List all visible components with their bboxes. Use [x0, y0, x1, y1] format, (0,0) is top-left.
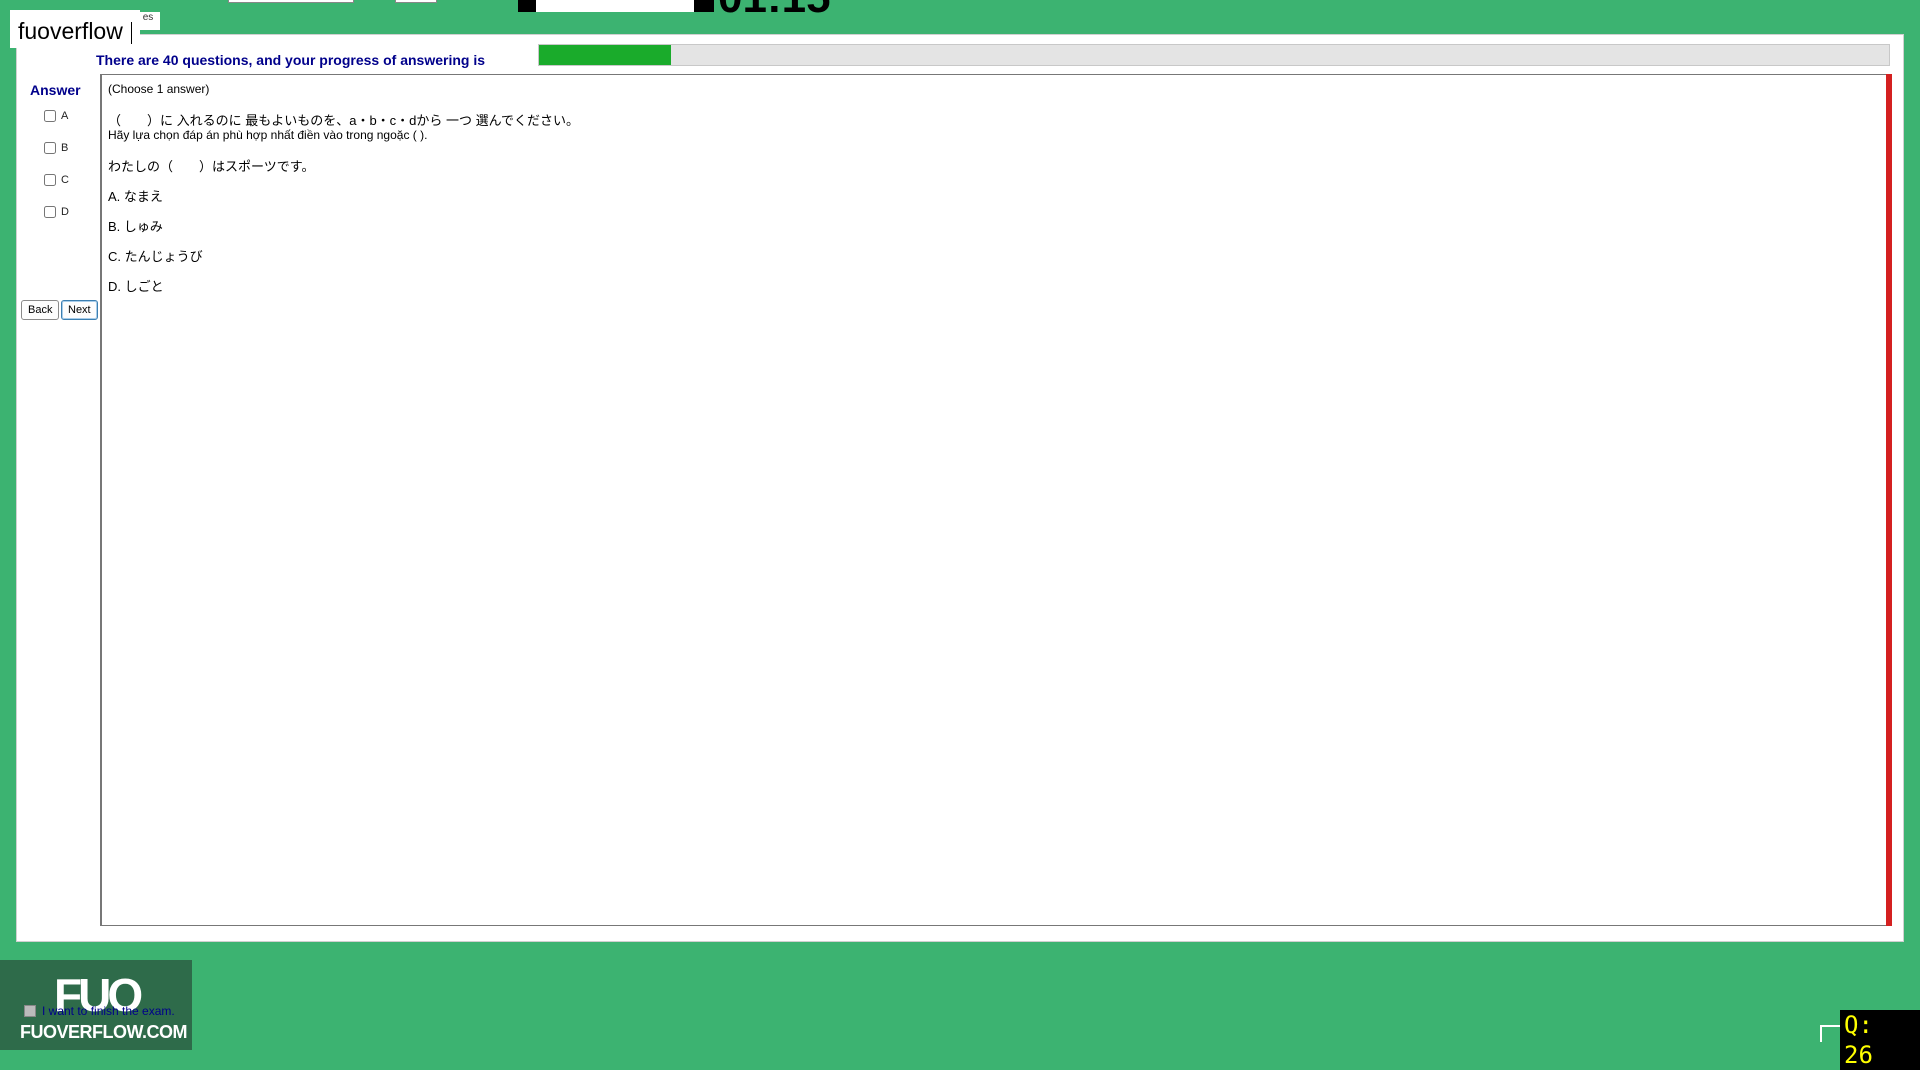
answer-checkbox-c[interactable] — [44, 174, 56, 186]
next-button[interactable]: Next — [61, 300, 98, 320]
scrollbar[interactable] — [1886, 74, 1892, 926]
logo-text: FUOVERFLOW.COM — [20, 1022, 188, 1042]
brand-tag: fuoverflow — [10, 10, 140, 48]
top-combo-left[interactable] — [228, 0, 354, 3]
finish-checkbox[interactable] — [24, 1005, 36, 1017]
finish-label: I want to finish the exam. — [42, 1004, 175, 1018]
answer-option-b[interactable]: B — [44, 142, 68, 154]
answer-checkbox-a[interactable] — [44, 110, 56, 122]
tab-fragment: es — [136, 12, 160, 30]
answer-title: Answer — [30, 82, 81, 98]
answer-checkbox-b[interactable] — [44, 142, 56, 154]
question-indicator: Q: 26 — [1840, 1010, 1920, 1070]
choice-c: C. たんじょうび — [108, 249, 203, 264]
timer-box — [518, 0, 714, 12]
top-combo-small[interactable] — [395, 0, 437, 3]
choice-d: D. しごと — [108, 279, 164, 294]
finish-exam-row[interactable]: I want to finish the exam. — [24, 1004, 175, 1018]
choice-a: A. なまえ — [108, 189, 163, 204]
question-instruction: (Choose 1 answer) — [108, 82, 210, 96]
question-prompt-vi: Hãy lựa chọn đáp án phù hợp nhất điền và… — [108, 128, 428, 142]
progress-label: There are 40 questions, and your progres… — [96, 52, 485, 68]
answer-checkbox-d[interactable] — [44, 206, 56, 218]
progress-fill — [539, 45, 671, 65]
question-panel — [100, 74, 1888, 926]
question-prompt-jp: （ ）に 入れるのに 最もよいものを、a・b・c・dから 一つ 選んでください。 — [108, 113, 579, 128]
answer-option-c[interactable]: C — [44, 174, 69, 186]
answer-option-d[interactable]: D — [44, 206, 69, 218]
progress-bar — [538, 44, 1890, 66]
choice-b: B. しゅみ — [108, 219, 163, 234]
timer-text: 01:15 — [718, 0, 831, 20]
back-button[interactable]: Back — [21, 300, 60, 320]
question-sentence: わたしの（ ）はスポーツです。 — [108, 159, 315, 174]
brand-tag-label: fuoverflow — [18, 18, 123, 44]
answer-option-a[interactable]: A — [44, 110, 68, 122]
